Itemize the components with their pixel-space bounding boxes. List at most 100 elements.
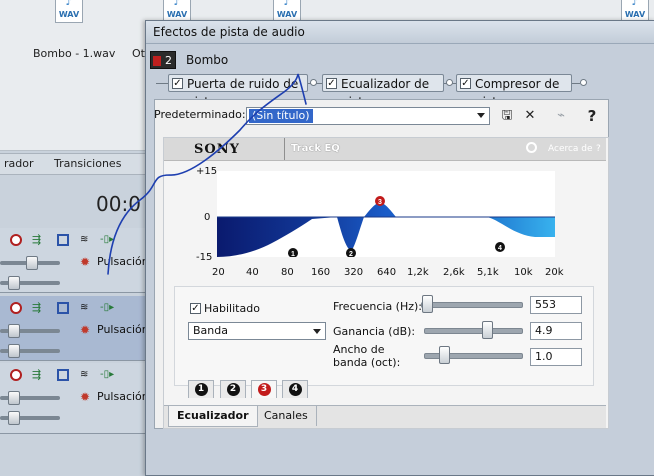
automation-icon[interactable]: ≋ — [80, 302, 92, 314]
routing-icon[interactable]: -▯▸ — [100, 302, 130, 314]
preset-dropdown[interactable]: (Sin título) — [246, 107, 490, 125]
x-axis-label: 20 — [212, 267, 225, 278]
bandwidth-label-line2: banda (oct): — [333, 356, 401, 369]
chevron-down-icon[interactable] — [477, 113, 485, 118]
about-link[interactable]: Acerca de — [548, 144, 593, 154]
routing-icon[interactable]: -▯▸ — [100, 369, 130, 381]
fx-icon[interactable]: ⇶ — [32, 302, 44, 314]
gear-icon[interactable]: ✹ — [80, 391, 92, 403]
bypass-icon[interactable]: ⌁ — [553, 108, 569, 124]
automation-icon[interactable]: ≋ — [80, 234, 92, 246]
dialog-title: Efectos de pista de audio — [153, 25, 305, 39]
help-link[interactable]: ? — [596, 144, 601, 154]
band-tab-2[interactable]: 2 — [220, 380, 246, 398]
fx-compressor[interactable]: ✓ Compresor de pista — [456, 74, 572, 109]
automation-icon[interactable]: ≋ — [80, 369, 92, 381]
pan-slider-knob[interactable] — [8, 411, 20, 425]
tab-channels[interactable]: Canales — [256, 406, 317, 426]
fx-track-eq-checkbox[interactable]: ✓ — [326, 78, 337, 89]
band-1-number: 1 — [291, 251, 295, 257]
tab-equalizer[interactable]: Ecualizador — [168, 406, 258, 427]
x-axis-label: 5,1k — [477, 267, 499, 278]
gain-slider-knob[interactable] — [482, 321, 493, 339]
band-4-number: 4 — [498, 245, 502, 252]
tab-mixer[interactable]: rador — [0, 156, 40, 172]
track-pulse-label: Pulsación — [97, 390, 149, 403]
band-tab-3[interactable]: 3 — [251, 380, 277, 398]
x-axis-label: 320 — [344, 267, 364, 278]
chain-connector — [572, 83, 580, 84]
x-axis-label: 160 — [311, 267, 331, 278]
audio-track-fx-dialog: Efectos de pista de audio 2 Bombo ✓ Puer… — [145, 20, 654, 476]
pan-slider-knob[interactable] — [8, 344, 20, 358]
frequency-input[interactable]: 553 — [530, 296, 582, 314]
gain-label: Ganancia (dB): — [333, 325, 416, 338]
routing-icon[interactable]: -▯▸ — [100, 234, 130, 246]
y-axis-label: -15 — [196, 252, 213, 263]
y-axis-label: 0 — [204, 212, 211, 223]
fx-compressor-checkbox[interactable]: ✓ — [460, 78, 471, 89]
chain-end-node — [580, 79, 587, 86]
bandwidth-input[interactable]: 1.0 — [530, 348, 582, 366]
band-3-number: 3 — [378, 199, 382, 206]
enabled-label: Habilitado — [204, 302, 260, 315]
frequency-label: Frecuencia (Hz): — [333, 300, 423, 313]
fx-noise-gate[interactable]: ✓ Puerta de ruido de pista — [168, 74, 308, 109]
chevron-down-icon[interactable] — [313, 329, 321, 334]
volume-slider-knob[interactable] — [8, 391, 20, 405]
gear-icon[interactable]: ✹ — [80, 324, 92, 336]
preset-label: Predeterminado: — [154, 108, 246, 121]
timecode: 00:0 — [96, 192, 141, 216]
volume-slider-knob[interactable] — [8, 324, 20, 338]
plugin-header: SONY Track EQ Acerca de ? — [164, 138, 606, 161]
save-icon[interactable]: 🖫 — [499, 108, 515, 124]
enabled-checkbox[interactable]: ✓ — [190, 303, 201, 314]
record-arm-icon[interactable] — [10, 234, 22, 246]
window-tabs: rador Transiciones — [0, 153, 150, 175]
plugin-title: Track EQ — [291, 143, 340, 154]
help-icon[interactable]: ? — [584, 108, 600, 124]
frequency-slider[interactable] — [421, 302, 523, 308]
y-axis-label: +15 — [196, 166, 218, 177]
fx-track-eq[interactable]: ✓ Ecualizador de pista — [322, 74, 444, 109]
band-tab-4[interactable]: 4 — [282, 380, 308, 398]
record-arm-icon[interactable] — [10, 369, 22, 381]
volume-slider-knob[interactable] — [26, 256, 38, 270]
band-type-dropdown[interactable]: Banda — [188, 322, 326, 340]
fx-chain-name: Bombo — [186, 53, 229, 67]
chain-node — [310, 79, 317, 86]
x-axis-label: 20k — [545, 267, 564, 278]
frequency-slider-knob[interactable] — [422, 295, 433, 313]
bandwidth-slider-knob[interactable] — [439, 346, 450, 364]
fx-chain-badge[interactable]: 2 — [150, 51, 176, 69]
mute-icon[interactable] — [57, 302, 69, 314]
chain-color-icon — [153, 56, 161, 66]
gain-input[interactable]: 4.9 — [530, 322, 582, 340]
chain-connector — [156, 83, 168, 84]
fx-icon[interactable]: ⇶ — [32, 369, 44, 381]
dialog-titlebar[interactable]: Efectos de pista de audio — [146, 21, 654, 44]
preset-value: (Sin título) — [249, 109, 313, 123]
track-header[interactable]: ⇶ ≋ -▯▸ ✹ Pulsación — [0, 296, 150, 361]
gear-icon[interactable]: ✹ — [80, 256, 92, 268]
media-label: Ot — [132, 47, 145, 60]
mute-icon[interactable] — [57, 234, 69, 246]
no-entry-icon[interactable] — [526, 142, 537, 153]
track-header[interactable]: ⇶ ≋ -▯▸ ✹ Pulsación — [0, 363, 150, 434]
tab-transitions[interactable]: Transiciones — [48, 156, 127, 172]
band-tab-1[interactable]: 1 — [188, 380, 214, 398]
eq-curve-graph[interactable]: 1 2 3 4 — [217, 171, 555, 257]
fx-noise-gate-checkbox[interactable]: ✓ — [172, 78, 183, 89]
pan-slider-knob[interactable] — [8, 276, 20, 290]
track-header[interactable]: ⇶ ≋ -▯▸ ✹ Pulsación — [0, 228, 150, 293]
header-divider — [284, 138, 285, 160]
band-2-number: 2 — [349, 251, 353, 257]
gain-slider[interactable] — [424, 328, 523, 334]
track-pulse-label: Pulsación — [97, 255, 149, 268]
mute-icon[interactable] — [57, 369, 69, 381]
x-axis-label: 2,6k — [443, 267, 465, 278]
record-arm-icon[interactable] — [10, 302, 22, 314]
delete-icon[interactable]: ✕ — [522, 108, 538, 124]
fx-icon[interactable]: ⇶ — [32, 234, 44, 246]
wav-file-icon[interactable]: ♪ WAV — [55, 0, 83, 23]
